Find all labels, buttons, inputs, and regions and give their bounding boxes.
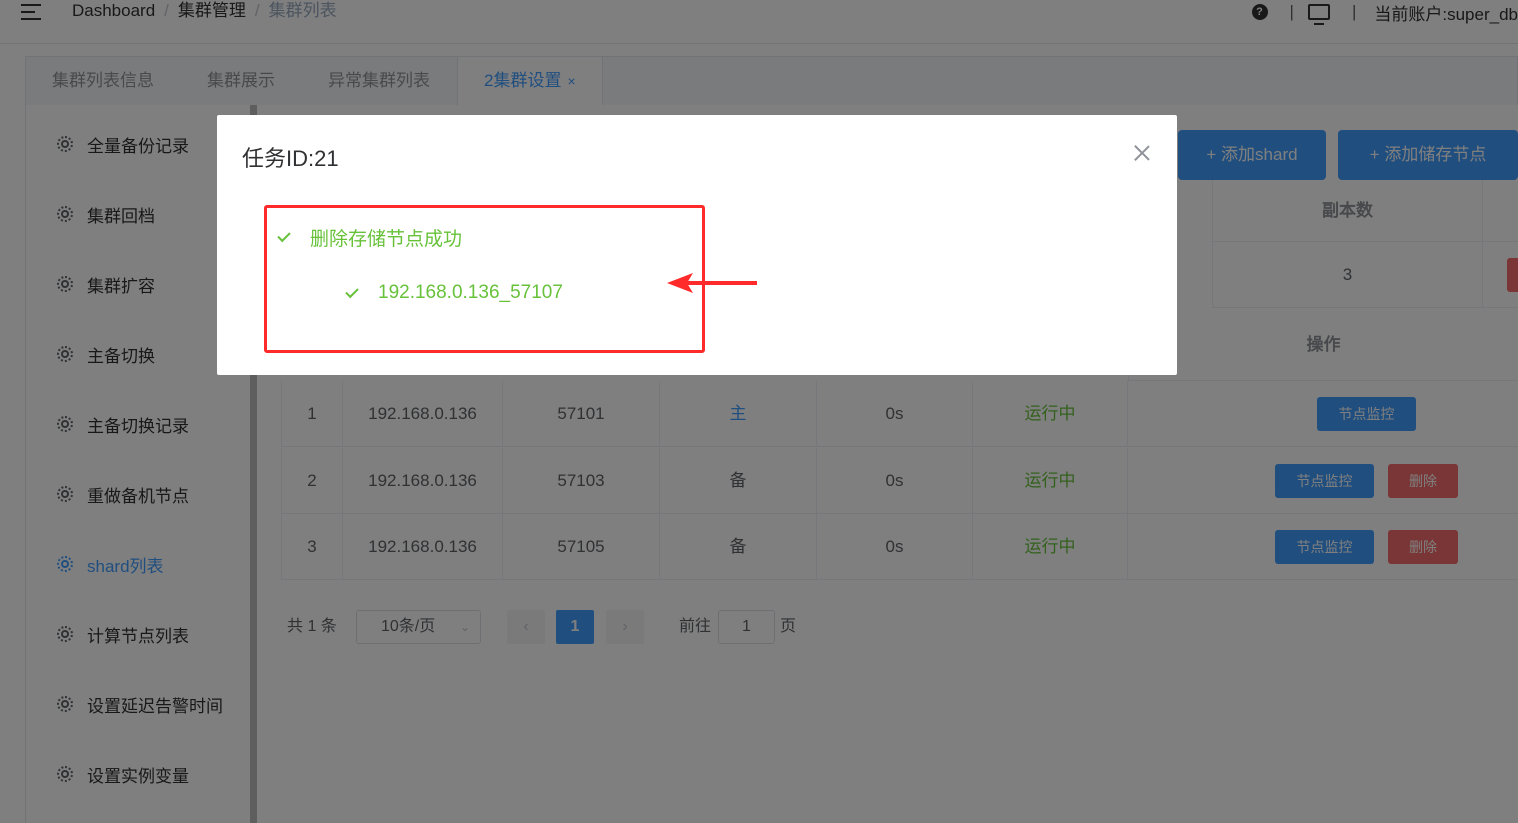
close-icon[interactable] bbox=[1134, 145, 1150, 161]
result-item: 192.168.0.136_57107 bbox=[345, 282, 563, 304]
result-title: 删除存储节点成功 bbox=[277, 224, 463, 251]
check-icon bbox=[345, 284, 359, 298]
task-result-dialog: 任务ID:21 删除存储节点成功 192.168.0.136_57107 bbox=[217, 115, 1177, 375]
highlight-annotation-box: 删除存储节点成功 192.168.0.136_57107 bbox=[264, 205, 705, 353]
result-title-text: 删除存储节点成功 bbox=[310, 229, 463, 250]
check-icon bbox=[277, 228, 291, 243]
result-item-text: 192.168.0.136_57107 bbox=[378, 282, 563, 303]
arrow-icon bbox=[667, 273, 757, 293]
dialog-title: 任务ID:21 bbox=[242, 146, 339, 171]
